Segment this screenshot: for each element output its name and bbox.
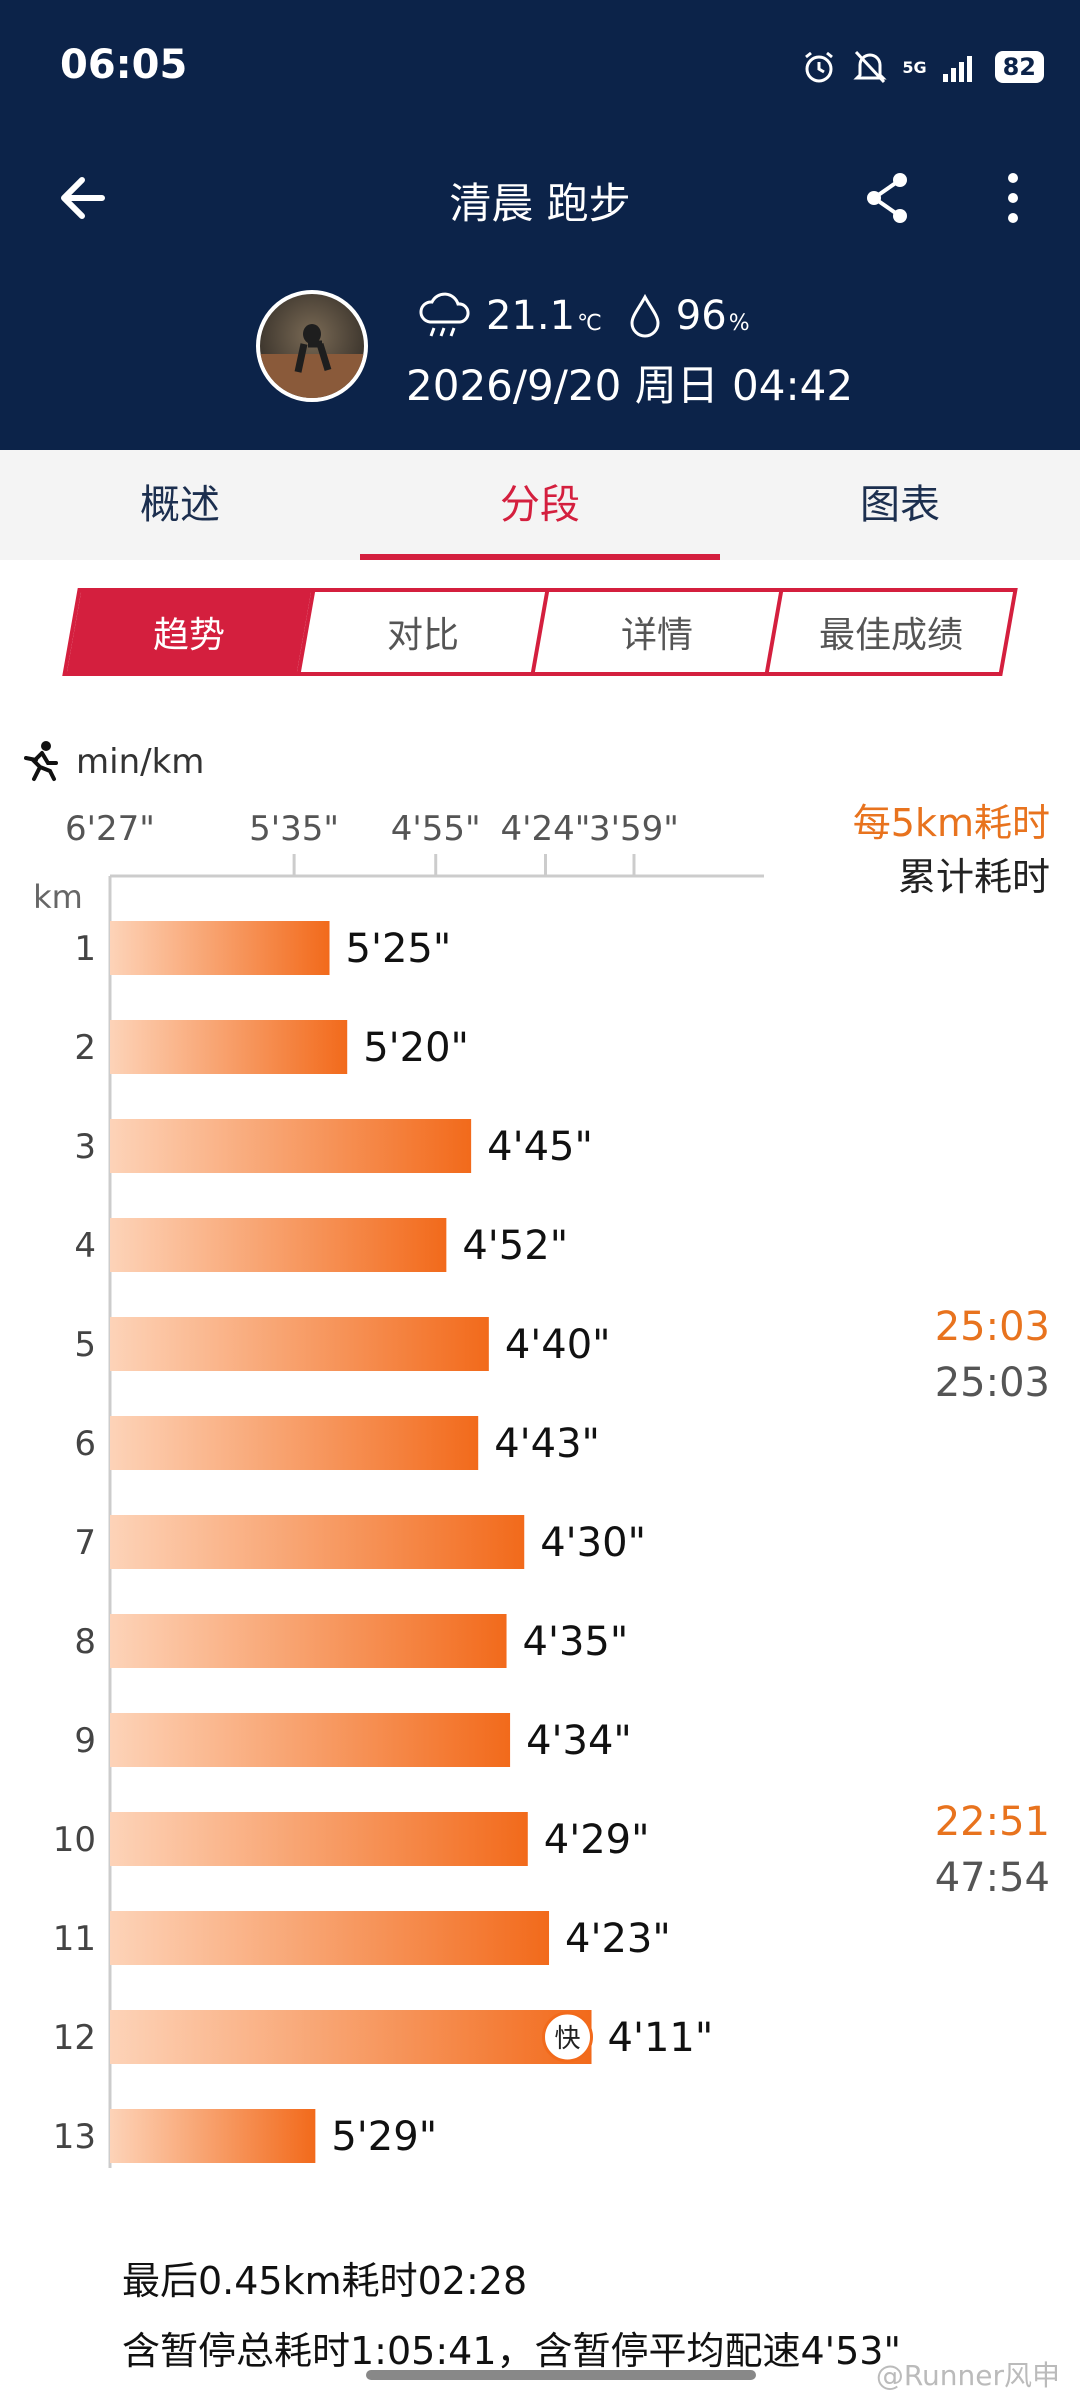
pace-value-label: 4'52" bbox=[462, 1223, 568, 1269]
km-category-label: 1 bbox=[74, 929, 96, 969]
pace-bar bbox=[110, 1020, 348, 1074]
pace-bar bbox=[110, 2010, 592, 2064]
pace-bar bbox=[110, 1515, 525, 1569]
pace-value-label: 4'43" bbox=[494, 1421, 600, 1467]
pace-value-label: 4'23" bbox=[565, 1916, 671, 1962]
km-category-label: 5 bbox=[74, 1325, 96, 1365]
home-indicator[interactable] bbox=[366, 2370, 756, 2380]
pace-bar bbox=[110, 1614, 507, 1668]
pace-value-label: 5'20" bbox=[363, 1025, 469, 1071]
pace-bar bbox=[110, 2109, 316, 2163]
pace-value-label: 5'25" bbox=[346, 926, 452, 972]
pace-bar-chart: 6'27" 5'35" 4'55" 4'24"3'59" km 1 5'25" 2 5'20" 3… bbox=[33, 809, 1050, 2168]
km-category-label: 11 bbox=[53, 1919, 96, 1959]
split-per5-time: 22:51 bbox=[935, 1799, 1050, 1845]
x-tick-label: 4'55" bbox=[391, 809, 481, 849]
split-per5-time: 25:03 bbox=[935, 1304, 1050, 1350]
pace-bar bbox=[110, 1119, 472, 1173]
km-category-label: 12 bbox=[53, 2018, 96, 2058]
km-category-label: 10 bbox=[53, 1820, 96, 1860]
x-tick-label: 6'27" bbox=[65, 809, 155, 849]
x-tick-label: 5'35" bbox=[249, 809, 339, 849]
km-category-label: 7 bbox=[74, 1523, 96, 1563]
watermark: @Runner风申 bbox=[875, 2359, 1060, 2392]
fastest-badge-label: 快 bbox=[555, 2024, 581, 2054]
x-tick-label: 3'59" bbox=[589, 809, 679, 849]
km-category-label: 2 bbox=[74, 1028, 96, 1068]
km-category-label: 6 bbox=[74, 1424, 96, 1464]
pace-value-label: 4'40" bbox=[505, 1322, 611, 1368]
pace-value-label: 4'29" bbox=[544, 1817, 650, 1863]
x-tick-label: 4'24" bbox=[501, 809, 591, 849]
km-category-label: 8 bbox=[74, 1622, 96, 1662]
pace-value-label: 4'35" bbox=[523, 1619, 629, 1665]
km-axis-label: km bbox=[33, 878, 83, 916]
pace-value-label: 4'11" bbox=[608, 2015, 714, 2061]
split-cumulative-time: 47:54 bbox=[935, 1855, 1050, 1901]
km-category-label: 4 bbox=[74, 1226, 96, 1266]
last-segment-summary: 最后0.45km耗时02:28 bbox=[122, 2259, 528, 2303]
total-time-summary: 含暂停总耗时1:05:41，含暂停平均配速4'53" bbox=[122, 2329, 901, 2373]
pace-bar bbox=[110, 1317, 489, 1371]
pace-bar bbox=[110, 1416, 479, 1470]
pace-value-label: 4'45" bbox=[487, 1124, 593, 1170]
km-category-label: 3 bbox=[74, 1127, 96, 1167]
pace-bar bbox=[110, 1218, 447, 1272]
pace-bar bbox=[110, 1911, 550, 1965]
km-category-label: 13 bbox=[53, 2117, 96, 2157]
pace-value-label: 4'30" bbox=[540, 1520, 646, 1566]
km-category-label: 9 bbox=[74, 1721, 96, 1761]
pace-value-label: 4'34" bbox=[526, 1718, 632, 1764]
pace-bar bbox=[110, 921, 330, 975]
pace-bar bbox=[110, 1812, 528, 1866]
split-cumulative-time: 25:03 bbox=[935, 1360, 1050, 1406]
pace-bar bbox=[110, 1713, 511, 1767]
pace-value-label: 5'29" bbox=[331, 2114, 437, 2160]
